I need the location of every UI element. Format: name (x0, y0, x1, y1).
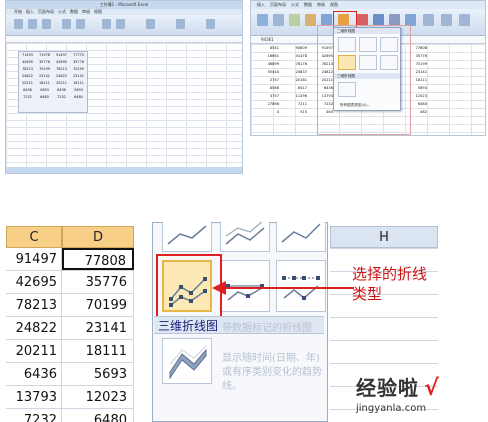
watermark-logo: 经验啦 √ jingyanla.com (356, 372, 486, 414)
column-header-c[interactable]: C (6, 226, 62, 248)
tab-data[interactable]: 数据 (304, 1, 312, 9)
status-bar (6, 167, 242, 173)
table-row[interactable]: 78213 70199 (6, 294, 134, 317)
ribbon-tool-icon[interactable] (28, 19, 37, 29)
column-header-h[interactable]: H (330, 226, 438, 248)
ribbon-tabs: 插入 页面布局 公式 数据 审阅 视图 (251, 1, 485, 9)
cell[interactable]: 91497 (6, 248, 62, 270)
cell[interactable]: 24822 (6, 317, 62, 339)
percent-line-markers-option[interactable] (380, 55, 398, 70)
table-row[interactable]: 91497 77808 (6, 248, 134, 271)
cell[interactable]: 20211 (6, 340, 62, 362)
column-values: 90809 41478 78176 24837 20181 6417 11296 7211 51… (295, 46, 307, 114)
tab-review[interactable]: 审阅 (317, 1, 325, 9)
cell[interactable]: 35776 (62, 271, 134, 293)
insert-ribbon-thumbnail: 插入 页面布局 公式 数据 审阅 视图 94361 8541 16661 46899… (250, 0, 486, 136)
cell[interactable]: 13793 (6, 386, 62, 408)
active-cell[interactable]: 77808 (62, 248, 134, 270)
cell[interactable]: 18111 (62, 340, 134, 362)
cell[interactable]: 5693 (62, 363, 134, 385)
tab-insert[interactable]: 插入 (257, 1, 265, 9)
cell[interactable]: 6480 (62, 409, 134, 422)
cell[interactable]: 23141 (62, 317, 134, 339)
ribbon-tool-icon[interactable] (14, 19, 23, 29)
cell[interactable]: 7232 (6, 409, 62, 422)
cell[interactable]: 70199 (62, 294, 134, 316)
tab-view[interactable]: 视图 (330, 1, 338, 9)
table-row[interactable]: 13793 12023 (6, 386, 134, 409)
ribbon-tool-icon[interactable] (146, 19, 155, 29)
picture-icon[interactable] (289, 14, 300, 26)
formula-bar[interactable] (6, 36, 242, 43)
worksheet-grid[interactable]: 71493 71976 91497 77775 42695 35776 42695 3577… (6, 43, 242, 173)
ribbon (6, 15, 242, 36)
chart-type-grid (334, 34, 400, 73)
ribbon-tool-icon[interactable] (102, 19, 111, 29)
table-row[interactable]: 42695 35776 (6, 271, 134, 294)
line-markers-option[interactable] (338, 55, 356, 70)
column-values: 8541 16661 46899 55444 2757 8586 3757 27866 4 (267, 46, 279, 114)
percent-line-icon (281, 223, 321, 243)
watermark-text: 经验啦 (356, 376, 419, 400)
line-chart-option[interactable] (338, 37, 356, 52)
chart-type-grid (334, 79, 400, 100)
stacked-line-markers-option[interactable] (359, 55, 377, 70)
checkmark-icon: √ (424, 376, 439, 401)
table-icon[interactable] (273, 14, 284, 26)
ribbon-tool-icon[interactable] (76, 19, 85, 29)
table-row[interactable]: 20211 18111 (6, 340, 134, 363)
cell[interactable]: 78213 (6, 294, 62, 316)
table-row: 7232 6480 7232 6480 (23, 95, 83, 99)
callout-text: 选择的折线类型 (352, 265, 428, 303)
line-chart-option[interactable] (162, 222, 212, 252)
ribbon-tool-icon[interactable] (176, 19, 185, 29)
stacked-line-option[interactable] (220, 222, 270, 252)
3d-line-option[interactable] (338, 82, 356, 97)
table-row: 78213 70199 78213 70199 (22, 67, 84, 71)
stacked-line-icon (225, 222, 265, 245)
tab-page-layout[interactable]: 页面布局 (270, 1, 286, 9)
stacked-line-option[interactable] (359, 37, 377, 52)
percent-line-option[interactable] (380, 37, 398, 52)
line-chart-icon (167, 225, 207, 245)
ribbon-tool-icon[interactable] (62, 19, 71, 29)
table-row: 42695 35776 42695 35776 (22, 60, 84, 64)
table-row: 24822 23141 24822 23141 (22, 74, 84, 78)
tab-formulas[interactable]: 公式 (291, 1, 299, 9)
cell[interactable]: 42695 (6, 271, 62, 293)
cell[interactable]: 6436 (6, 363, 62, 385)
zoomed-view: C D H 91497 77808 42695 35776 78213 70199 2… (0, 222, 488, 422)
table-row: 6436 5693 6436 5693 (23, 88, 83, 92)
data-range[interactable]: 71493 71976 91497 77775 42695 35776 42695 3577… (18, 51, 88, 113)
table-row[interactable]: 7232 6480 (6, 409, 134, 422)
ribbon-tool-icon[interactable] (42, 19, 51, 29)
window-title: 工作簿1 - Microsoft Excel (6, 1, 242, 9)
ribbon-tool-icon[interactable] (116, 19, 125, 29)
pivot-table-icon[interactable] (257, 14, 268, 26)
line-chart-dropdown[interactable]: 二维折线图 三维折线图 所有图表类型(A)... (333, 27, 401, 111)
percent-line-option[interactable] (276, 222, 326, 252)
3d-line-icon (169, 345, 207, 380)
hyperlink-icon[interactable] (423, 14, 434, 26)
3d-line-option[interactable] (162, 338, 212, 384)
tooltip-title: 带数据标记的折线图 (222, 323, 312, 334)
watermark-url: jingyanla.com (356, 403, 427, 414)
callout-arrow-icon (212, 281, 354, 295)
ribbon-tool-icon[interactable] (206, 19, 215, 29)
cell[interactable]: 12023 (62, 386, 134, 408)
clipart-icon[interactable] (305, 14, 316, 26)
table-row: 71493 71976 91497 77775 (22, 53, 84, 57)
tooltip-description: 显示随时间(日期、年)或有序类别变化的趋势线。 (222, 353, 322, 392)
table-row: 20211 18111 20211 18111 (22, 81, 84, 85)
excel-window-thumbnail: 工作簿1 - Microsoft Excel 开始 插入 页面布局 公式 数据 … (5, 0, 243, 174)
table-row[interactable]: 6436 5693 (6, 363, 134, 386)
all-chart-types-link[interactable]: 所有图表类型(A)... (334, 103, 400, 108)
text-box-icon[interactable] (441, 14, 452, 26)
symbol-icon[interactable] (459, 14, 470, 26)
table-row[interactable]: 24822 23141 (6, 317, 134, 340)
column-header-d[interactable]: D (62, 226, 134, 248)
